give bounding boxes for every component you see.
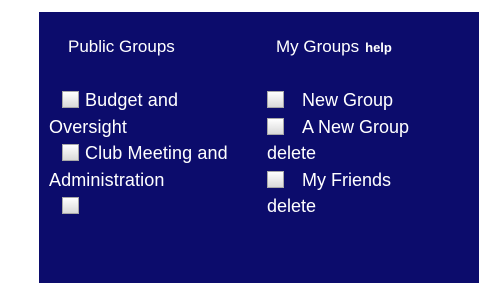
public-group-item-budget: Budget and Oversight [49, 87, 254, 140]
my-group-item-new-group: New Group [267, 87, 479, 114]
my-group-label: New Group [302, 90, 394, 110]
my-groups-title-text: My Groups [276, 37, 360, 56]
public-group-checkbox[interactable] [62, 91, 79, 108]
my-group-item-a-new-group: A New Group [267, 114, 479, 141]
public-group-checkbox[interactable] [62, 197, 79, 214]
delete-link[interactable]: delete [267, 193, 479, 220]
help-link[interactable]: help [365, 40, 392, 55]
my-group-label: My Friends [302, 169, 392, 190]
my-groups-list: New Group A New Group delete My Friends … [267, 87, 479, 220]
public-groups-list: Budget and Oversight Club Meeting and Ad… [49, 87, 254, 220]
my-group-checkbox[interactable] [267, 117, 284, 135]
my-group-checkbox[interactable] [267, 91, 284, 108]
my-groups-title: My Groups help [276, 37, 392, 58]
public-group-item-partial [49, 193, 254, 220]
groups-panel: Public Groups Budget and Oversight Club … [39, 12, 479, 283]
my-group-label: A New Group [302, 116, 410, 137]
my-group-item-my-friends: My Friends [267, 167, 479, 194]
public-group-checkbox[interactable] [62, 144, 79, 161]
delete-link[interactable]: delete [267, 140, 479, 167]
my-group-checkbox[interactable] [267, 170, 284, 188]
public-groups-title: Public Groups [68, 37, 175, 56]
public-group-item-club: Club Meeting and Administration [49, 140, 254, 193]
